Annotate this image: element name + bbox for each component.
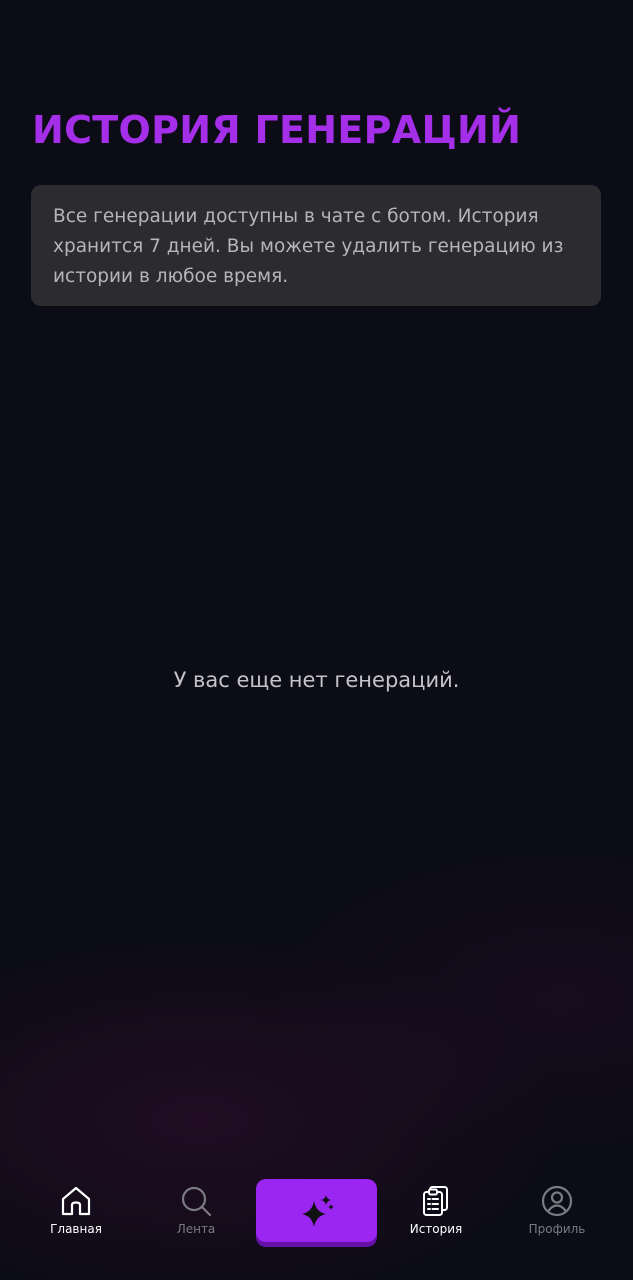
nav-item-feed[interactable]: Лента: [141, 1184, 251, 1244]
generate-button[interactable]: [256, 1179, 377, 1242]
nav-label-profile: Профиль: [528, 1222, 586, 1236]
nav-label-feed: Лента: [176, 1222, 216, 1236]
search-icon: [179, 1184, 213, 1218]
sparkles-icon: [298, 1193, 336, 1231]
nav-item-history[interactable]: История: [381, 1184, 491, 1244]
bottom-nav: Главная Лента История Профиль: [0, 1170, 633, 1280]
user-circle-icon: [540, 1184, 574, 1218]
clipboard-list-icon: [419, 1184, 453, 1218]
nav-label-home: Главная: [50, 1222, 102, 1236]
home-icon: [59, 1184, 93, 1218]
info-card-text: Все генерации доступны в чате с ботом. И…: [53, 206, 564, 287]
empty-state-message: У вас еще нет генераций.: [173, 668, 460, 692]
page-title: ИСТОРИЯ ГЕНЕРАЦИЙ: [32, 108, 522, 152]
info-card: Все генерации доступны в чате с ботом. И…: [31, 185, 601, 306]
nav-item-profile[interactable]: Профиль: [502, 1184, 612, 1244]
nav-item-home[interactable]: Главная: [21, 1184, 131, 1244]
nav-label-history: История: [409, 1222, 463, 1236]
